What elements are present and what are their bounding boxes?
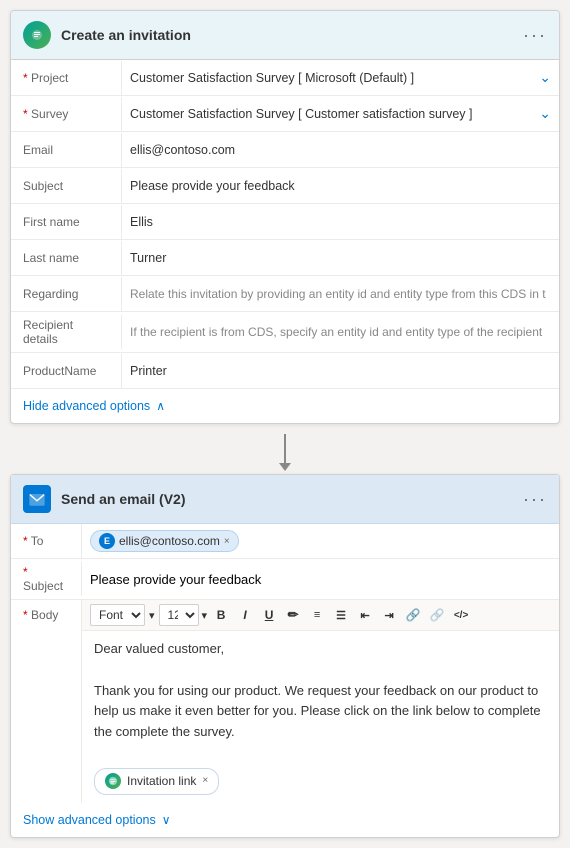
card2-header: Send an email (V2) ··· (11, 475, 559, 524)
indent-right-button[interactable]: ⇥ (378, 604, 400, 626)
body-line2: Thank you for using our product. We requ… (94, 681, 547, 743)
subject2-value: Please provide your feedback (90, 572, 261, 587)
chevron-up-icon: ∧ (156, 399, 165, 413)
to-row: To E ellis@contoso.com × (11, 524, 559, 559)
chevron-down-icon: ∨ (162, 813, 171, 827)
create-invitation-card: Create an invitation ··· Project Custome… (10, 10, 560, 424)
subject2-field[interactable]: Please provide your feedback (81, 562, 559, 596)
ordered-list-button[interactable]: ≡ (306, 604, 328, 626)
project-row: Project Customer Satisfaction Survey [ M… (11, 60, 559, 96)
body-row: Body Font ▾ 12 ▾ B I U ✏ ≡ (11, 600, 559, 803)
lastname-label: Last name (11, 245, 121, 271)
productname-field[interactable]: Printer (121, 354, 559, 388)
card2-body: To E ellis@contoso.com × Subject Please … (11, 524, 559, 837)
email-field[interactable]: ellis@contoso.com (121, 133, 559, 167)
link-button[interactable]: 🔗 (402, 604, 424, 626)
lastname-row: Last name Turner (11, 240, 559, 276)
invitation-tag: Invitation link × (94, 768, 219, 795)
card2-menu-button[interactable]: ··· (523, 489, 547, 510)
code-button[interactable]: </> (450, 604, 472, 626)
productname-label: ProductName (11, 358, 121, 384)
project-value: Customer Satisfaction Survey [ Microsoft… (130, 71, 535, 85)
lastname-value: Turner (130, 251, 551, 265)
regarding-row: Regarding Relate this invitation by prov… (11, 276, 559, 312)
font-size-select[interactable]: 12 (159, 604, 199, 626)
to-tag: E ellis@contoso.com × (90, 530, 239, 552)
firstname-field[interactable]: Ellis (121, 205, 559, 239)
card1-header: Create an invitation ··· (11, 11, 559, 60)
underline-button[interactable]: U (258, 604, 280, 626)
card2-title: Send an email (V2) (61, 491, 513, 507)
survey-dropdown-arrow: ⌄ (539, 105, 551, 122)
to-tag-avatar: E (99, 533, 115, 549)
regarding-value: Relate this invitation by providing an e… (130, 287, 551, 301)
firstname-value: Ellis (130, 215, 551, 229)
invitation-tag-icon (105, 773, 121, 789)
body-toolbar: Font ▾ 12 ▾ B I U ✏ ≡ ☰ ⇤ ⇥ 🔗 🔗 (82, 600, 559, 631)
italic-button[interactable]: I (234, 604, 256, 626)
subject-field[interactable]: Please provide your feedback (121, 169, 559, 203)
show-advanced-label: Show advanced options (23, 813, 156, 827)
unlink-button[interactable]: 🔗 (426, 604, 448, 626)
to-label: To (11, 528, 81, 554)
card1-menu-button[interactable]: ··· (523, 25, 547, 46)
project-field[interactable]: Customer Satisfaction Survey [ Microsoft… (121, 61, 559, 95)
body-label: Body (11, 600, 81, 628)
survey-row: Survey Customer Satisfaction Survey [ Cu… (11, 96, 559, 132)
subject-row: Subject Please provide your feedback (11, 168, 559, 204)
show-advanced-options-button[interactable]: Show advanced options ∨ (11, 803, 559, 837)
subject2-label: Subject (11, 559, 81, 599)
body-content[interactable]: Dear valued customer, Thank you for usin… (82, 631, 559, 803)
recipient-details-value: If the recipient is from CDS, specify an… (130, 325, 551, 339)
subject-value: Please provide your feedback (130, 179, 551, 193)
firstname-row: First name Ellis (11, 204, 559, 240)
hide-advanced-label: Hide advanced options (23, 399, 150, 413)
flow-connector (284, 424, 286, 474)
to-tag-text: ellis@contoso.com (119, 534, 220, 548)
fontsize-dropdown-arrow-icon: ▾ (202, 609, 208, 622)
recipient-details-label: Recipient details (11, 312, 121, 352)
subject-label: Subject (11, 173, 121, 199)
arrow-line (284, 434, 286, 464)
dropdown-arrow-icon: ▾ (149, 609, 155, 622)
card1-title: Create an invitation (61, 27, 513, 43)
email-row: Email ellis@contoso.com (11, 132, 559, 168)
recipient-details-field[interactable]: If the recipient is from CDS, specify an… (121, 315, 559, 349)
email-value: ellis@contoso.com (130, 143, 551, 157)
body-line1: Dear valued customer, (94, 639, 547, 660)
survey-label: Survey (11, 101, 121, 127)
indent-left-button[interactable]: ⇤ (354, 604, 376, 626)
survey-field[interactable]: Customer Satisfaction Survey [ Customer … (121, 97, 559, 131)
font-select[interactable]: Font (90, 604, 145, 626)
productname-row: ProductName Printer (11, 353, 559, 389)
card1-body: Project Customer Satisfaction Survey [ M… (11, 60, 559, 423)
email-label: Email (11, 137, 121, 163)
productname-value: Printer (130, 364, 551, 378)
project-label: Project (11, 65, 121, 91)
send-email-card: Send an email (V2) ··· To E ellis@contos… (10, 474, 560, 838)
bold-button[interactable]: B (210, 604, 232, 626)
to-tag-close-icon[interactable]: × (224, 536, 230, 547)
invitation-tag-label: Invitation link (127, 772, 196, 791)
lastname-field[interactable]: Turner (121, 241, 559, 275)
regarding-label: Regarding (11, 281, 121, 307)
invitation-tag-close-icon[interactable]: × (202, 773, 208, 789)
body-container: Font ▾ 12 ▾ B I U ✏ ≡ ☰ ⇤ ⇥ 🔗 🔗 (81, 600, 559, 803)
project-dropdown-arrow: ⌄ (539, 69, 551, 86)
color-button[interactable]: ✏ (282, 604, 304, 626)
to-field[interactable]: E ellis@contoso.com × (81, 524, 559, 558)
survey-icon (23, 21, 51, 49)
subject2-row: Subject Please provide your feedback (11, 559, 559, 600)
email-icon (23, 485, 51, 513)
hide-advanced-options-button[interactable]: Hide advanced options ∧ (11, 389, 559, 423)
survey-value: Customer Satisfaction Survey [ Customer … (130, 107, 535, 121)
unordered-list-button[interactable]: ☰ (330, 604, 352, 626)
recipient-details-row: Recipient details If the recipient is fr… (11, 312, 559, 353)
regarding-field[interactable]: Relate this invitation by providing an e… (121, 277, 559, 311)
firstname-label: First name (11, 209, 121, 235)
